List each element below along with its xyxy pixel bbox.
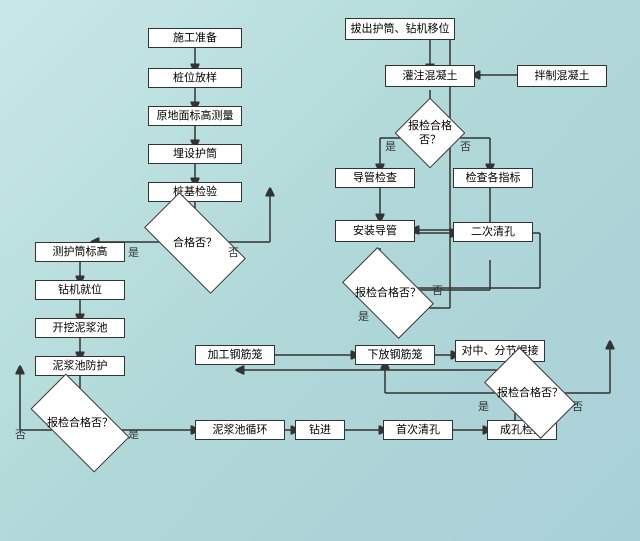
box-cehu-biaoao: 测护筒标高 (35, 242, 125, 262)
box-maishi-hujin: 埋设护筒 (148, 144, 242, 164)
box-zhuanchu-hujin: 拔出护筒、钻机移位 (345, 18, 455, 40)
label-yes-1: 是 (128, 244, 139, 260)
label-yes-2: 是 (128, 426, 139, 442)
label-yes-3: 是 (478, 398, 489, 414)
box-shouci-qingkong: 首次清孔 (383, 420, 453, 440)
label-no-1: 否 (228, 244, 239, 260)
label-yes-4: 是 (385, 138, 396, 154)
label-yes-5: 是 (358, 308, 369, 324)
box-panzhi-hunningtu: 拌制混凝土 (517, 65, 607, 87)
box-anzhuang-daoguan: 安装导管 (335, 220, 415, 242)
label-no-4: 否 (460, 138, 471, 154)
box-zuanjin: 钻进 (295, 420, 345, 440)
label-no-3: 否 (572, 398, 583, 414)
diamond-baocan2: 报检合格否？ (490, 368, 570, 418)
box-yuandi-gaocheng: 原地面标高测量 (148, 106, 242, 126)
box-nijing-fanghu: 泥浆池防护 (35, 356, 125, 376)
label-no-2: 否 (15, 426, 26, 442)
flowchart: 施工准备 桩位放样 原地面标高测量 埋设护筒 桩基检验 合格否？ 是 否 测护筒… (0, 0, 640, 541)
box-xiafang-gangjin: 下放钢筋笼 (355, 345, 435, 365)
box-shigong-zhunbei: 施工准备 (148, 28, 242, 48)
box-jiancha-zhibiao: 检查各指标 (453, 168, 533, 188)
diamond-hegejian: 合格否？ (148, 218, 242, 268)
box-guanzhu-hunningtu: 灌注混凝土 (385, 65, 475, 87)
box-kaituo-nijing: 开挖泥浆池 (35, 318, 125, 338)
box-zuanji-jiuwei: 钻机就位 (35, 280, 125, 300)
label-no-5: 否 (432, 282, 443, 298)
box-erci-qingkong: 二次清孔 (453, 222, 533, 242)
diamond-baocan3: 报检合格否？ (405, 108, 455, 158)
box-daoguan-jiancha: 导管检查 (335, 168, 415, 188)
box-nijing-xunhuan: 泥浆池循环 (195, 420, 285, 440)
box-jiagong-gangjin: 加工钢筋笼 (195, 345, 275, 365)
diamond-baocan1: 报检合格否？ (35, 398, 125, 448)
box-zhuiji-jiance: 桩基检验 (148, 182, 242, 202)
box-zhuiwei-fangyang: 桩位放样 (148, 68, 242, 88)
